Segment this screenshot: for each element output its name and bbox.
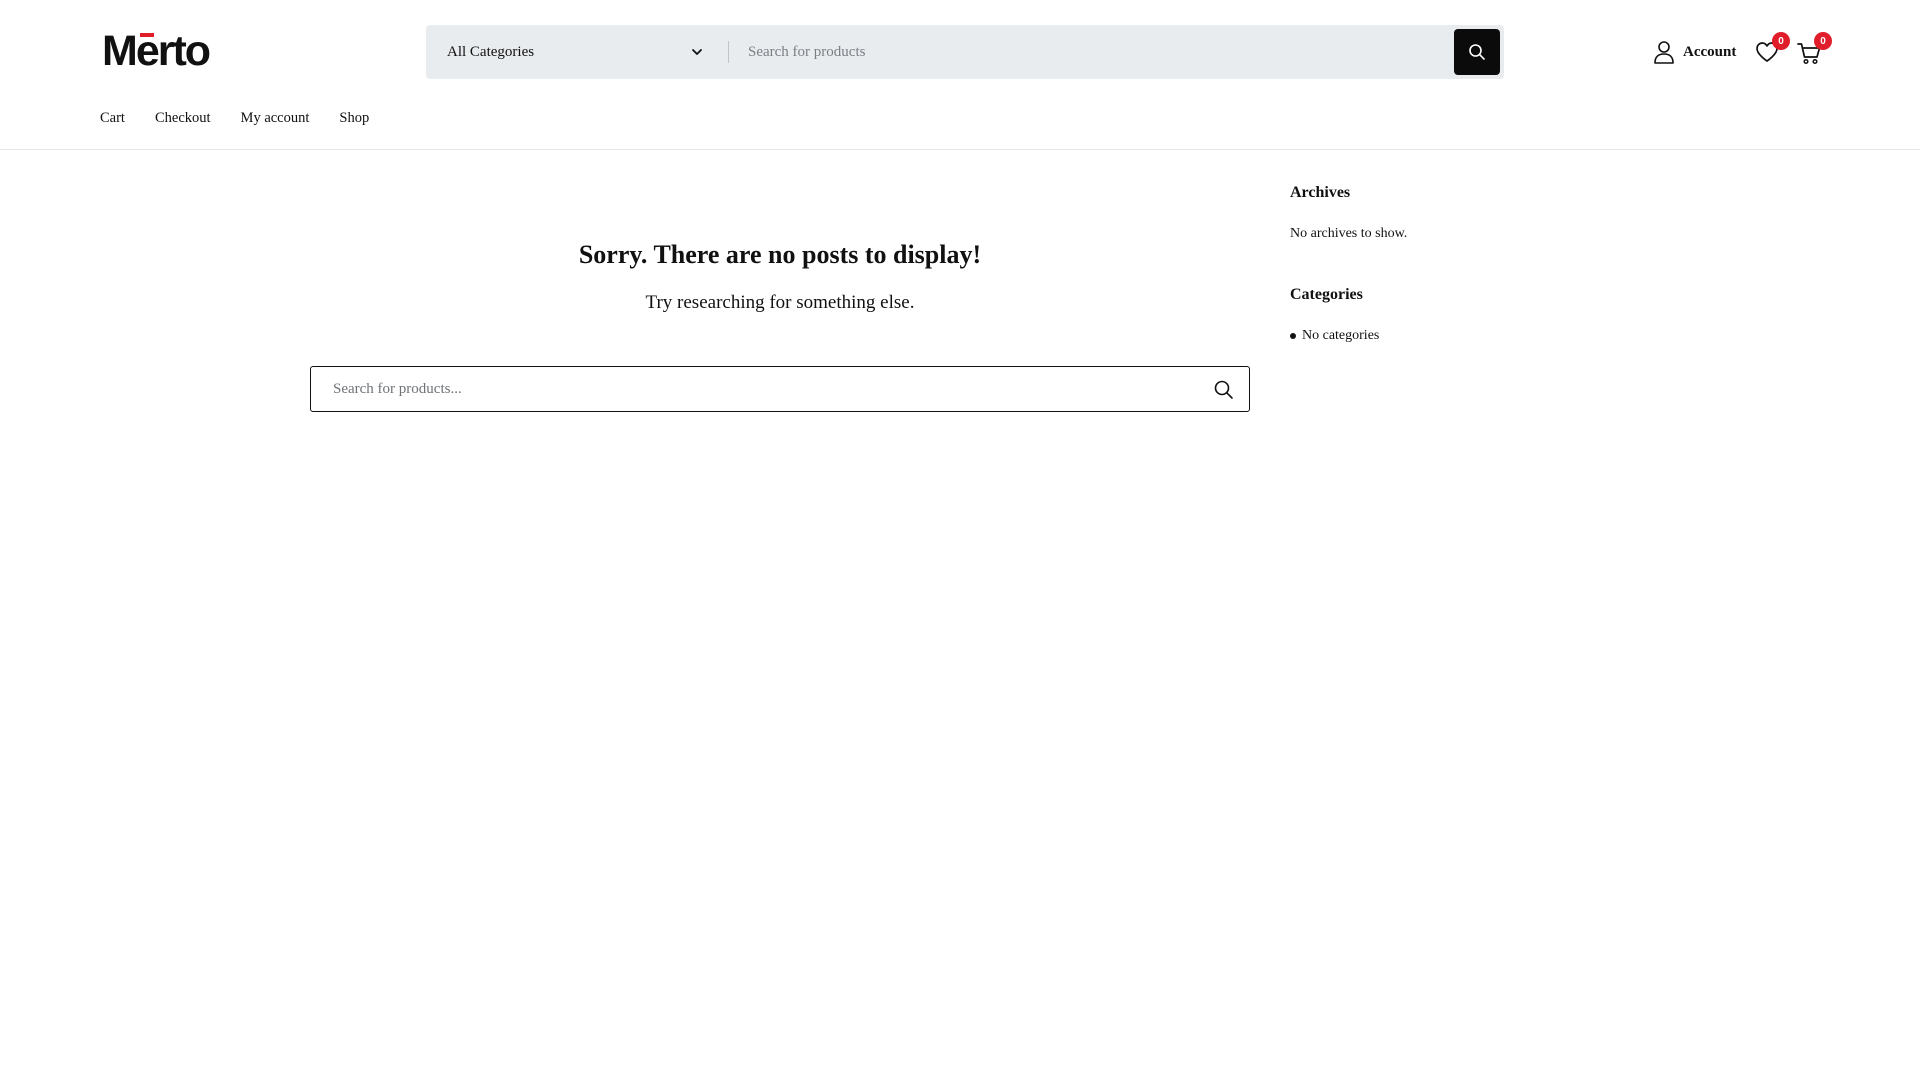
header-search-button[interactable] (1454, 29, 1500, 75)
site-logo[interactable]: M e rto (102, 26, 211, 76)
category-select[interactable]: All Categories (426, 25, 728, 79)
archives-widget: Archives No archives to show. (1290, 184, 1710, 242)
sidebar: Archives No archives to show. Categories… (1290, 184, 1710, 344)
nav-item-checkout[interactable]: Checkout (155, 110, 211, 134)
wishlist-count-badge: 0 (1772, 32, 1790, 50)
nav-item-cart[interactable]: Cart (100, 110, 125, 134)
list-item: No categories (1290, 328, 1710, 344)
wishlist-button[interactable]: 0 (1754, 32, 1790, 66)
account-link[interactable]: Account (1653, 40, 1736, 64)
primary-nav: Cart Checkout My account Shop (100, 110, 369, 134)
cart-count-badge: 0 (1814, 32, 1832, 50)
chevron-down-icon (692, 49, 702, 55)
categories-list: No categories (1290, 328, 1710, 344)
no-posts-title: Sorry. There are no posts to display! (578, 240, 982, 269)
content-search-form (310, 366, 1250, 412)
logo-text-start: M (102, 26, 138, 75)
no-posts-subtitle: Try researching for something else. (645, 292, 915, 313)
logo-text-end: rto (157, 26, 211, 75)
search-divider (728, 41, 729, 63)
archives-empty-text: No archives to show. (1290, 226, 1408, 241)
categories-widget: Categories No categories (1290, 286, 1710, 344)
search-icon[interactable] (1213, 379, 1235, 401)
header-search-input[interactable] (746, 32, 1426, 72)
nav-item-shop[interactable]: Shop (339, 110, 369, 134)
categories-title: Categories (1290, 286, 1363, 303)
content-search-input[interactable] (331, 370, 1191, 408)
header-top: M e rto All Categories Search for produc… (0, 0, 1920, 100)
category-select-value: All Categories (447, 43, 535, 60)
header-divider (0, 149, 1920, 150)
account-label: Account (1683, 43, 1737, 60)
user-icon (1654, 41, 1674, 64)
nav-item-my-account[interactable]: My account (241, 110, 310, 134)
bullet-icon (1290, 333, 1296, 339)
logo-accent-letter: e (136, 27, 160, 76)
archives-title: Archives (1290, 184, 1351, 201)
category-item-label: No categories (1302, 328, 1380, 343)
search-icon (1469, 44, 1485, 60)
header-search-form: All Categories (426, 25, 1504, 79)
cart-button[interactable]: 0 (1796, 32, 1832, 66)
logo-accent-bar (139, 32, 154, 37)
